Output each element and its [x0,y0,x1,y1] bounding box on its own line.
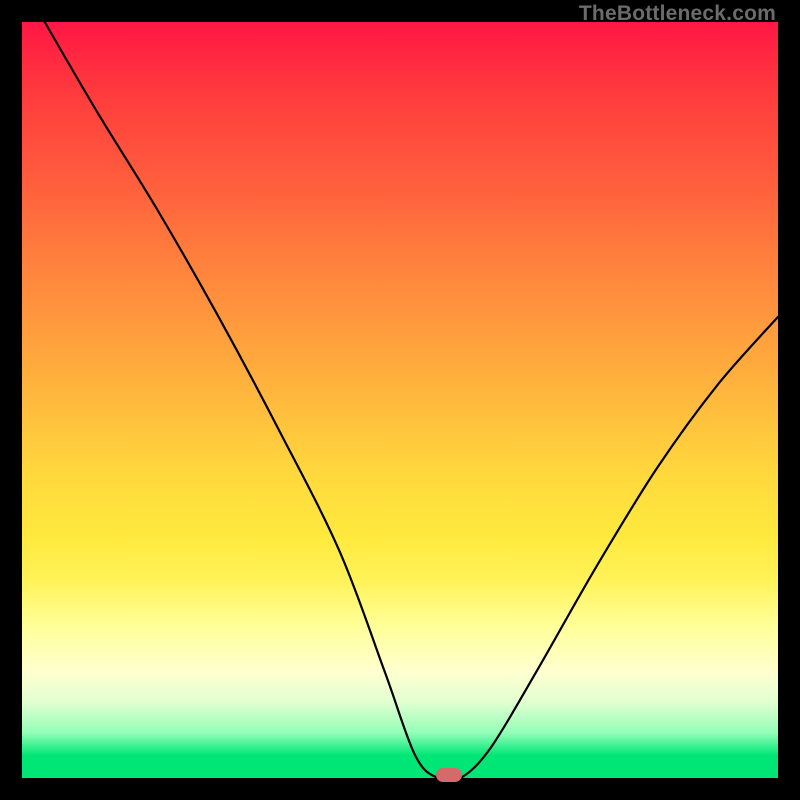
bottleneck-curve [45,22,778,778]
chart-container: TheBottleneck.com [0,0,800,800]
plot-area [22,22,778,778]
curve-svg [22,22,778,778]
bottleneck-marker [436,768,462,782]
